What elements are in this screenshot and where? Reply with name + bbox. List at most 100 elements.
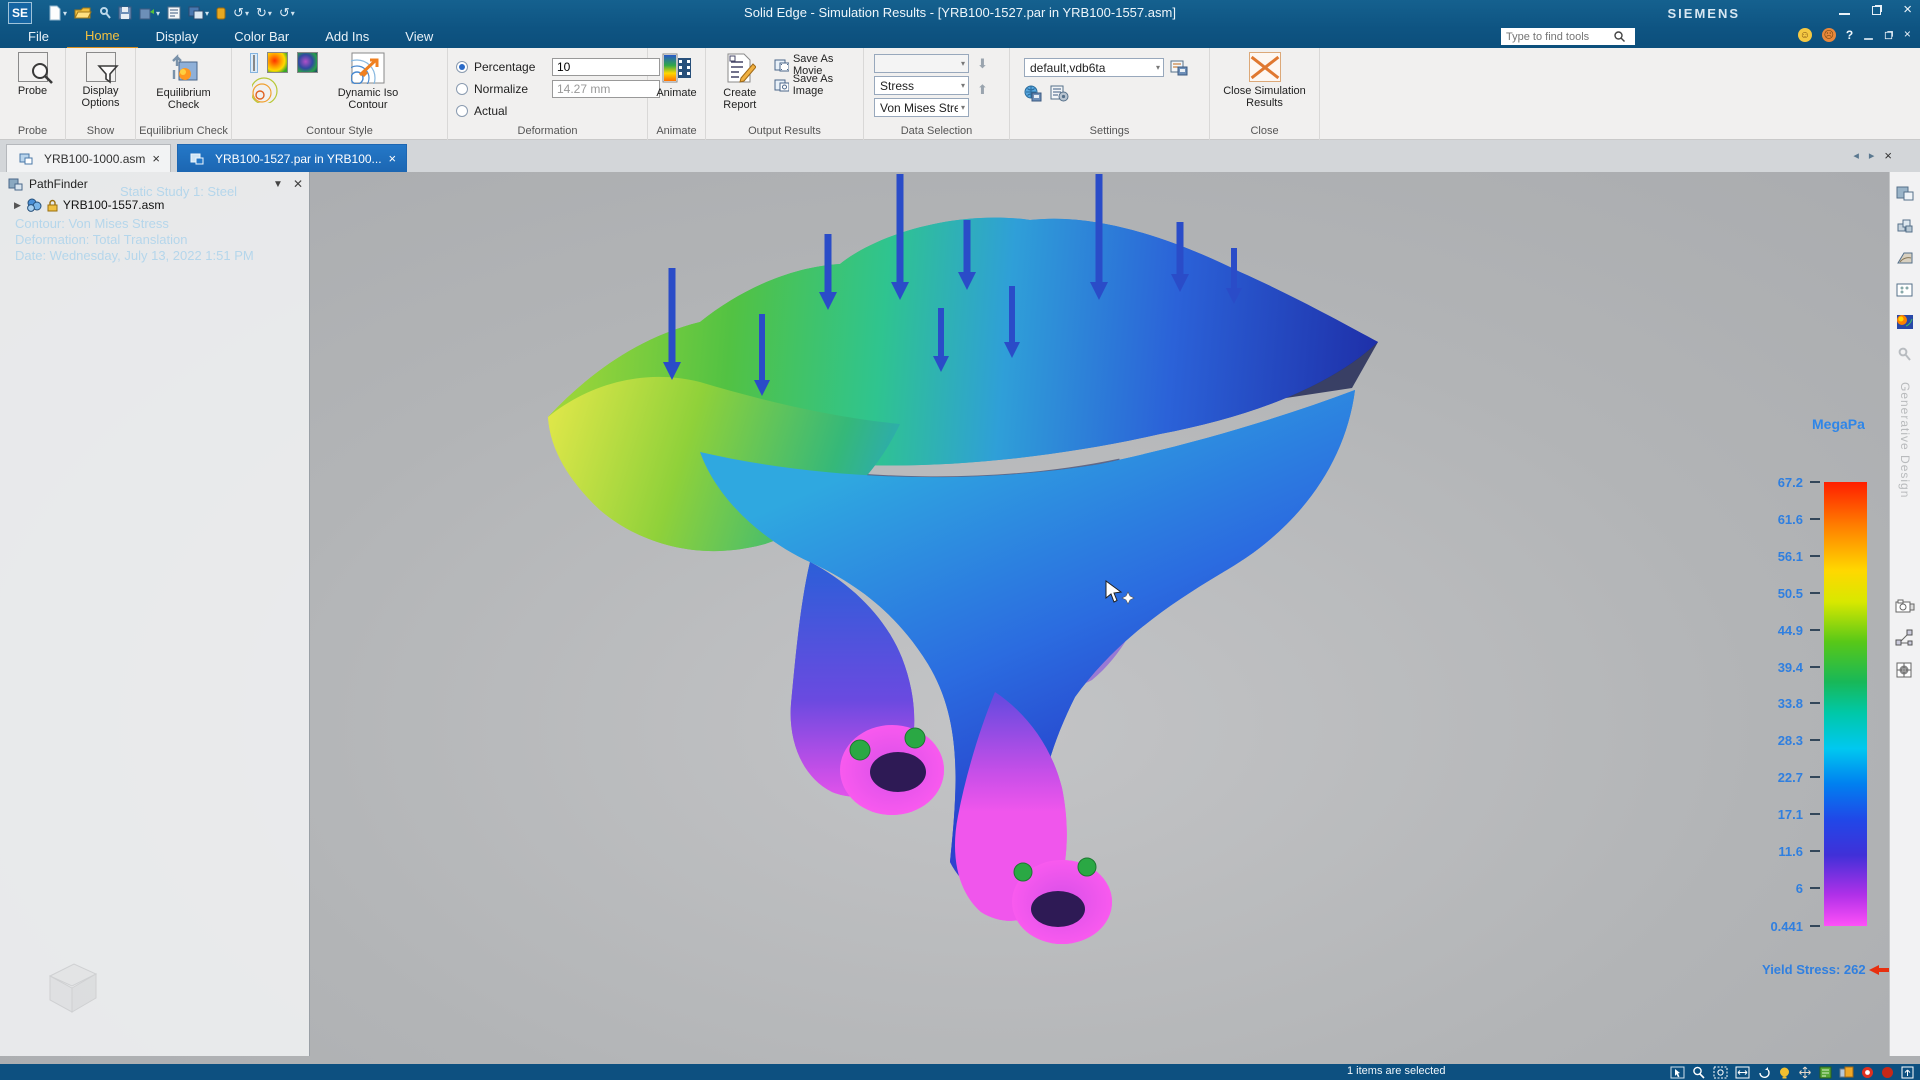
legend-tick: 50.5	[1745, 585, 1820, 601]
pan-icon[interactable]	[1798, 1066, 1812, 1079]
status-bar: 1 items are selected	[0, 1064, 1920, 1080]
equilibrium-check-button[interactable]: Equilibrium Check	[136, 52, 231, 111]
feedback-sad-icon[interactable]: ☹	[1822, 28, 1836, 42]
tab-scroll-left-icon[interactable]: ◂	[1853, 149, 1859, 162]
tab-file[interactable]: File	[10, 26, 67, 48]
doc-tab-yrb100-1000[interactable]: YRB100-1000.asm ×	[6, 144, 171, 172]
group-data-selection: ▾ Stress▾ Von Mises Stress▾ ⬇ ⬆ Data Sel…	[864, 48, 1010, 140]
tab-list-close-icon[interactable]: ×	[1884, 148, 1892, 163]
result-type-combo[interactable]: Stress▾	[874, 76, 969, 95]
color-manager-icon[interactable]	[1778, 1066, 1791, 1079]
record-icon[interactable]	[1861, 1066, 1874, 1079]
lock-icon	[47, 199, 58, 212]
tab-home[interactable]: Home	[67, 25, 138, 49]
percentage-input[interactable]	[552, 58, 660, 76]
document-close-icon[interactable]: ×	[1904, 30, 1911, 40]
save-as-movie-button[interactable]: Save As Movie	[774, 56, 863, 73]
normalize-input[interactable]	[552, 80, 660, 98]
search-icon	[1613, 30, 1626, 43]
graphics-viewport[interactable]: Static Study 1: Steel Contour: Von Mises…	[0, 172, 1920, 1064]
layers-icon[interactable]	[1839, 1066, 1854, 1079]
close-button[interactable]: ×	[1903, 4, 1912, 16]
legend-tick: 33.8	[1745, 695, 1820, 711]
find-tools-input[interactable]	[1501, 29, 1613, 44]
save-settings-icon[interactable]	[1024, 85, 1042, 102]
style-combo[interactable]: default,vdb6ta▾	[1024, 58, 1164, 77]
mouse-cursor	[1104, 580, 1138, 608]
ribbon-minimize-icon[interactable]	[1864, 38, 1873, 40]
display-options-button[interactable]: Display Options	[66, 52, 135, 109]
feedback-happy-icon[interactable]: ☺	[1798, 28, 1812, 42]
tab-close-icon[interactable]: ×	[152, 151, 160, 166]
probe-button[interactable]: Probe	[0, 52, 65, 97]
rotate-view-icon[interactable]	[1757, 1066, 1771, 1079]
sketch-face-icon[interactable]	[1895, 248, 1915, 268]
expand-arrow-icon[interactable]: ▶	[14, 200, 21, 211]
options-panel-icon[interactable]	[1895, 280, 1915, 300]
node-graph-icon[interactable]	[1895, 628, 1915, 648]
mesh-contour-toggle[interactable]	[297, 52, 318, 73]
window-title: Solid Edge - Simulation Results - [YRB10…	[0, 5, 1920, 20]
component-combo[interactable]: Von Mises Stress▾	[874, 98, 969, 117]
tab-scroll-right-icon[interactable]: ▸	[1869, 149, 1875, 162]
save-as-image-button[interactable]: Save As Image	[774, 76, 863, 93]
study-annotation: Static Study 1: Steel	[120, 184, 237, 199]
step-down-icon[interactable]: ⬇	[977, 56, 988, 72]
result-set-combo[interactable]: ▾	[874, 54, 969, 73]
legend-unit-label: MegaPa	[1812, 416, 1865, 432]
group-deformation: Percentage Normalize Actual Deformation	[448, 48, 648, 140]
settings-manager-icon[interactable]	[1050, 85, 1069, 102]
banded-contour-toggle[interactable]	[267, 52, 288, 73]
find-tools-box[interactable]	[1501, 28, 1635, 45]
sheet-icon[interactable]	[1819, 1066, 1832, 1079]
legend-tick: 67.2	[1745, 474, 1820, 490]
create-report-button[interactable]: Create Report	[712, 52, 768, 111]
pathfinder-autohide-icon[interactable]: ▼	[273, 179, 283, 190]
minimize-button[interactable]	[1839, 13, 1850, 15]
iso-lines-toggle[interactable]	[252, 77, 278, 103]
style-manager-icon[interactable]	[1170, 60, 1188, 76]
help-icon[interactable]: ?	[1846, 28, 1853, 42]
tab-display[interactable]: Display	[138, 26, 217, 48]
legend-tick: 6	[1745, 880, 1820, 896]
tab-color-bar[interactable]: Color Bar	[216, 26, 307, 48]
normalize-radio[interactable]	[456, 83, 468, 95]
pathfinder-item-yrb100-1557[interactable]: ▶ YRB100-1557.asm	[14, 198, 309, 212]
tab-add-ins[interactable]: Add Ins	[307, 26, 387, 48]
gear-settings-icon[interactable]	[1895, 660, 1915, 680]
contour-annotation: Contour: Von Mises Stress	[15, 216, 169, 231]
step-up-icon[interactable]: ⬆	[977, 82, 988, 98]
camera-view-icon[interactable]	[1895, 596, 1915, 616]
smooth-contour-toggle[interactable]	[250, 53, 258, 73]
animate-button[interactable]: Animate	[648, 52, 705, 99]
zoom-icon[interactable]	[1692, 1066, 1706, 1079]
dynamic-iso-contour-button[interactable]: Dynamic Iso Contour	[326, 52, 410, 111]
tab-view[interactable]: View	[387, 26, 451, 48]
legend-tick: 17.1	[1745, 806, 1820, 822]
restore-button[interactable]	[1872, 6, 1881, 15]
zoom-area-icon[interactable]	[1713, 1066, 1728, 1079]
right-toolbar: Generative Design	[1889, 172, 1920, 1056]
animate-icon	[661, 52, 693, 84]
close-simulation-results-button[interactable]: Close Simulation Results	[1210, 52, 1319, 109]
record-dot-icon[interactable]	[1881, 1066, 1894, 1079]
fit-view-icon[interactable]	[1735, 1066, 1750, 1079]
tab-close-icon[interactable]: ×	[389, 151, 397, 166]
percentage-radio[interactable]	[456, 61, 468, 73]
document-icon	[19, 153, 33, 165]
legend-tick: 0.441	[1745, 918, 1820, 934]
ribbon: Probe Probe Display Options Show Equilib…	[0, 48, 1920, 140]
primary-window-icon[interactable]	[1895, 184, 1915, 204]
magnifier-icon	[30, 62, 56, 88]
actual-radio[interactable]	[456, 105, 468, 117]
upload-icon[interactable]	[1901, 1066, 1914, 1079]
link-tool-icon[interactable]	[1895, 344, 1915, 364]
select-tool-icon[interactable]	[1670, 1066, 1685, 1079]
assembly-icon	[26, 198, 42, 212]
simulation-results-icon[interactable]	[1895, 312, 1915, 332]
doc-tab-yrb100-1527[interactable]: YRB100-1527.par in YRB100... ×	[177, 144, 407, 172]
parts-library-icon[interactable]	[1895, 216, 1915, 236]
ribbon-restore-icon[interactable]	[1885, 31, 1892, 38]
pathfinder-close-icon[interactable]: ✕	[293, 177, 303, 191]
equilibrium-icon	[167, 52, 201, 84]
